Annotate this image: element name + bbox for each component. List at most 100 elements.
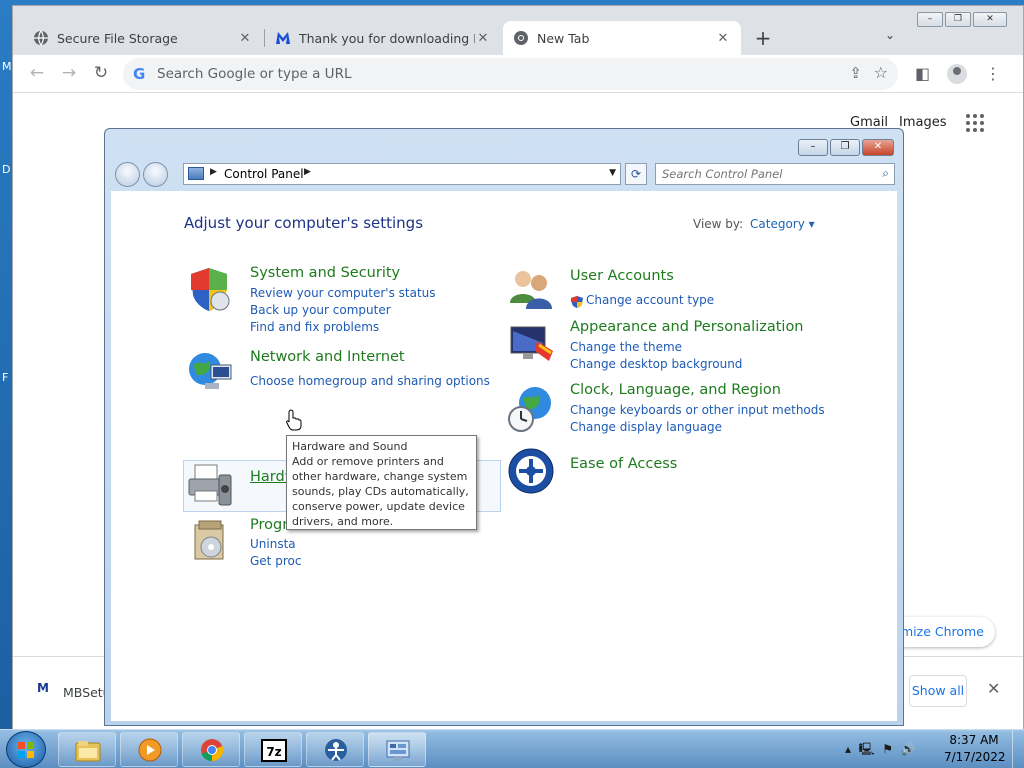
taskbar-control-panel[interactable] bbox=[368, 732, 426, 767]
show-desktop-button[interactable] bbox=[1012, 730, 1024, 768]
breadcrumb[interactable]: Control Panel bbox=[224, 167, 304, 181]
search-box[interactable]: ⌕ bbox=[655, 163, 895, 185]
link-change-account-type[interactable]: Change account type bbox=[586, 293, 714, 307]
tab-label: New Tab bbox=[537, 30, 590, 46]
category-network-internet[interactable]: Network and Internet bbox=[250, 349, 405, 365]
link-change-background[interactable]: Change desktop background bbox=[570, 357, 742, 371]
control-panel-icon bbox=[386, 740, 410, 761]
view-by-dropdown[interactable]: Category ▾ bbox=[750, 217, 815, 231]
taskbar-chrome[interactable] bbox=[182, 732, 240, 767]
minimize-button[interactable]: – bbox=[798, 139, 828, 156]
search-icon[interactable]: ⌕ bbox=[882, 166, 889, 181]
chrome-icon bbox=[514, 31, 528, 45]
close-button[interactable]: ✕ bbox=[973, 12, 1007, 27]
side-panel-icon[interactable]: ◧ bbox=[915, 64, 930, 83]
clock-time[interactable]: 8:37 AM bbox=[944, 733, 1004, 747]
category-appearance[interactable]: Appearance and Personalization bbox=[570, 319, 804, 335]
close-icon[interactable]: ✕ bbox=[475, 31, 491, 46]
link-review-status[interactable]: Review your computer's status bbox=[250, 286, 436, 300]
page-title: Adjust your computer's settings bbox=[184, 214, 424, 232]
view-by-value: Category bbox=[750, 217, 805, 231]
category-system-security[interactable]: System and Security bbox=[250, 265, 400, 281]
maximize-button[interactable]: ❐ bbox=[830, 139, 860, 156]
address-bar[interactable]: ▶ Control Panel ▶ ▼ bbox=[183, 163, 621, 185]
taskbar-7zip[interactable]: 7z bbox=[244, 732, 302, 767]
taskbar-explorer[interactable] bbox=[58, 732, 116, 767]
control-panel-navbar: ▶ Control Panel ▶ ▼ ⟳ ⌕ bbox=[113, 161, 897, 189]
more-menu-icon[interactable]: ⋮ bbox=[985, 64, 1001, 83]
tooltip-title: Hardware and Sound bbox=[292, 440, 408, 453]
maximize-button[interactable]: ❐ bbox=[945, 12, 971, 27]
tab-malwarebytes[interactable]: Thank you for downloading Malw ✕ bbox=[265, 21, 501, 55]
omnibox[interactable]: G Search Google or type a URL ⇪ ☆ bbox=[123, 58, 898, 90]
breadcrumb-arrow-icon[interactable]: ▶ bbox=[304, 167, 311, 177]
clock-date[interactable]: 7/17/2022 bbox=[944, 750, 1006, 764]
show-all-button[interactable]: Show all bbox=[909, 675, 967, 707]
people-icon bbox=[325, 739, 347, 761]
chrome-icon bbox=[201, 739, 224, 762]
link-change-theme[interactable]: Change the theme bbox=[570, 340, 682, 354]
view-by-label: View by: bbox=[693, 217, 744, 231]
search-input[interactable] bbox=[656, 164, 866, 184]
link-uninstall[interactable]: Uninsta bbox=[250, 537, 296, 551]
refresh-icon[interactable]: ⟳ bbox=[625, 163, 647, 185]
close-icon[interactable]: ✕ bbox=[237, 31, 253, 46]
google-apps-icon[interactable] bbox=[966, 114, 984, 132]
close-icon[interactable]: ✕ bbox=[987, 679, 1000, 698]
tab-secure-file-storage[interactable]: Secure File Storage ✕ bbox=[23, 21, 263, 55]
globe-icon bbox=[34, 30, 48, 46]
link-change-keyboards[interactable]: Change keyboards or other input methods bbox=[570, 403, 825, 417]
breadcrumb-arrow-icon[interactable]: ▶ bbox=[210, 167, 217, 177]
chevron-down-icon[interactable]: ▼ bbox=[609, 168, 616, 178]
clock-globe-icon bbox=[508, 387, 551, 432]
chevron-down-icon[interactable]: ⌄ bbox=[885, 28, 895, 42]
programs-icon bbox=[194, 520, 224, 560]
back-button[interactable] bbox=[115, 162, 140, 187]
link-change-display-language[interactable]: Change display language bbox=[570, 420, 722, 434]
monitor-paint-icon bbox=[510, 326, 553, 361]
tooltip: Hardware and Sound Add or remove printer… bbox=[286, 435, 477, 530]
forward-arrow-icon[interactable]: → bbox=[57, 63, 81, 85]
desktop-icon-label: D bbox=[2, 163, 11, 176]
tooltip-body: Add or remove printers and other hardwar… bbox=[292, 455, 469, 528]
desktop-icon-label: M bbox=[2, 60, 12, 73]
tab-new-tab[interactable]: New Tab ✕ bbox=[503, 21, 741, 55]
link-back-up[interactable]: Back up your computer bbox=[250, 303, 391, 317]
close-icon[interactable]: ✕ bbox=[715, 31, 731, 46]
reload-icon[interactable]: ↻ bbox=[89, 63, 113, 85]
tab-strip: Secure File Storage ✕ Thank you for down… bbox=[13, 6, 1023, 55]
start-button[interactable] bbox=[6, 731, 46, 768]
minimize-button[interactable]: – bbox=[917, 12, 943, 27]
tab-label: Secure File Storage bbox=[57, 30, 178, 46]
system-tray[interactable]: ▴ 🖳 ⚑ 🔊 bbox=[845, 740, 916, 761]
taskbar: 7z ▴ 🖳 ⚑ 🔊 8:37 AM 7/17/2022 bbox=[0, 729, 1024, 768]
link-homegroup[interactable]: Choose homegroup and sharing options bbox=[250, 374, 490, 388]
category-clock-language[interactable]: Clock, Language, and Region bbox=[570, 382, 781, 398]
star-icon[interactable]: ☆ bbox=[874, 63, 888, 82]
link-get-programs[interactable]: Get proc bbox=[250, 554, 301, 568]
control-panel-content: Adjust your computer's settings View by:… bbox=[111, 191, 897, 721]
profile-avatar-icon[interactable] bbox=[947, 64, 967, 84]
back-arrow-icon[interactable]: ← bbox=[25, 63, 49, 85]
category-user-accounts[interactable]: User Accounts bbox=[570, 268, 674, 284]
new-tab-button[interactable]: + bbox=[751, 27, 775, 51]
users-icon bbox=[510, 271, 552, 309]
malwarebytes-icon: M bbox=[37, 681, 49, 695]
google-g-icon: G bbox=[133, 65, 146, 83]
svg-text:7z: 7z bbox=[266, 745, 281, 759]
close-button[interactable]: ✕ bbox=[862, 139, 894, 156]
customize-chrome-button[interactable]: mize Chrome bbox=[891, 617, 995, 647]
taskbar-media-player[interactable] bbox=[120, 732, 178, 767]
images-link[interactable]: Images bbox=[899, 115, 947, 130]
category-ease-of-access[interactable]: Ease of Access bbox=[570, 456, 677, 472]
windows-logo-icon bbox=[18, 742, 34, 758]
hand-cursor-icon bbox=[286, 409, 302, 431]
link-find-fix[interactable]: Find and fix problems bbox=[250, 320, 379, 334]
forward-button[interactable] bbox=[143, 162, 168, 187]
share-icon[interactable]: ⇪ bbox=[849, 64, 862, 82]
control-panel-icon bbox=[188, 167, 204, 180]
tab-label: Thank you for downloading Malw bbox=[299, 30, 475, 46]
explorer-icon bbox=[75, 741, 101, 762]
omnibox-placeholder: Search Google or type a URL bbox=[157, 66, 352, 82]
taskbar-people[interactable] bbox=[306, 732, 364, 767]
